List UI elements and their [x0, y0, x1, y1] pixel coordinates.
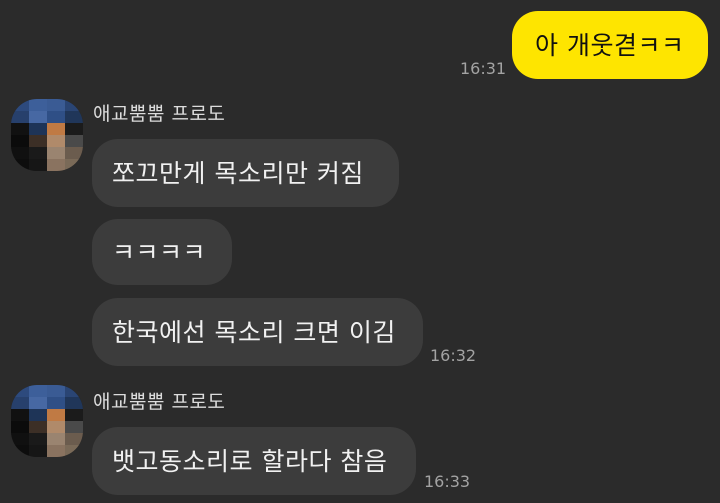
- sender-name: 애교뿜뿜 프로도: [93, 103, 226, 125]
- message-time: 16:33: [424, 472, 471, 491]
- avatar[interactable]: [11, 99, 83, 171]
- avatar[interactable]: [11, 385, 83, 457]
- chat-log: 16:31 아 개웃겯ㅋㅋ 애교뿜뿜 프로도 쪼끄만게 목소리만 커짐 ㅋㅋㅋㅋ…: [0, 0, 720, 503]
- received-message-bubble[interactable]: 쪼끄만게 목소리만 커짐: [92, 139, 399, 207]
- pixelated-avatar-image: [11, 99, 83, 171]
- my-message-bubble[interactable]: 아 개웃겯ㅋㅋ: [512, 11, 708, 79]
- received-message-bubble[interactable]: 뱃고동소리로 할라다 참음: [92, 427, 416, 495]
- message-time: 16:32: [430, 346, 477, 365]
- received-message-bubble[interactable]: 한국에선 목소리 크면 이김: [92, 298, 423, 366]
- pixelated-avatar-image: [11, 385, 83, 457]
- received-message-bubble[interactable]: ㅋㅋㅋㅋ: [92, 219, 232, 285]
- message-time: 16:31: [460, 59, 507, 78]
- sender-name: 애교뿜뿜 프로도: [93, 391, 226, 413]
